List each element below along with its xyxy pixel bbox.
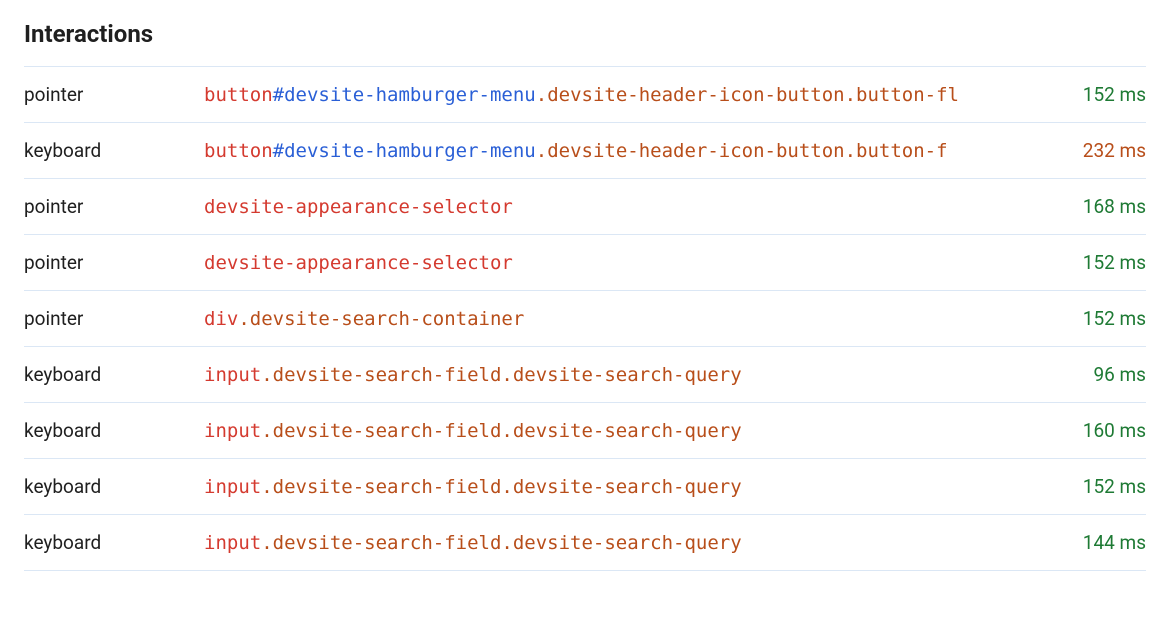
interaction-duration: 160 ms (1036, 419, 1146, 442)
interaction-type: keyboard (24, 419, 204, 442)
selector-class: .devsite-header-icon-button.button-f (536, 140, 948, 162)
interaction-type: keyboard (24, 139, 204, 162)
interaction-duration: 152 ms (1036, 475, 1146, 498)
interaction-type: keyboard (24, 475, 204, 498)
selector-class: .devsite-search-field.devsite-search-que… (261, 364, 741, 386)
interaction-duration: 232 ms (1036, 139, 1146, 162)
selector-element: button (204, 84, 273, 106)
section-title: Interactions (24, 20, 1146, 48)
interactions-list: pointerbutton#devsite-hamburger-menu.dev… (24, 66, 1146, 571)
interaction-row[interactable]: keyboardinput.devsite-search-field.devsi… (24, 346, 1146, 402)
interaction-row[interactable]: keyboardinput.devsite-search-field.devsi… (24, 514, 1146, 571)
selector-element: input (204, 476, 261, 498)
selector-class: .devsite-search-field.devsite-search-que… (261, 476, 741, 498)
interaction-duration: 152 ms (1036, 307, 1146, 330)
selector-element: input (204, 532, 261, 554)
selector-class: .devsite-search-field.devsite-search-que… (261, 420, 741, 442)
interaction-selector: devsite-appearance-selector (204, 252, 1036, 274)
interaction-row[interactable]: pointerdiv.devsite-search-container152 m… (24, 290, 1146, 346)
interaction-type: pointer (24, 83, 204, 106)
selector-class: .devsite-header-icon-button.button-fl (536, 84, 959, 106)
interaction-selector: input.devsite-search-field.devsite-searc… (204, 420, 1036, 442)
interaction-selector: input.devsite-search-field.devsite-searc… (204, 476, 1036, 498)
interaction-type: pointer (24, 307, 204, 330)
interaction-selector: div.devsite-search-container (204, 308, 1036, 330)
interaction-selector: button#devsite-hamburger-menu.devsite-he… (204, 84, 1036, 106)
selector-element: devsite-appearance-selector (204, 196, 513, 218)
selector-id: #devsite-hamburger-menu (273, 84, 536, 106)
interaction-duration: 152 ms (1036, 251, 1146, 274)
selector-element: devsite-appearance-selector (204, 252, 513, 274)
interaction-row[interactable]: keyboardinput.devsite-search-field.devsi… (24, 402, 1146, 458)
interaction-type: keyboard (24, 531, 204, 554)
interaction-selector: button#devsite-hamburger-menu.devsite-he… (204, 140, 1036, 162)
selector-element: input (204, 364, 261, 386)
interaction-row[interactable]: pointerdevsite-appearance-selector 168 ms (24, 178, 1146, 234)
selector-element: div (204, 308, 238, 330)
interaction-selector: input.devsite-search-field.devsite-searc… (204, 532, 1036, 554)
interaction-row[interactable]: pointerbutton#devsite-hamburger-menu.dev… (24, 66, 1146, 122)
selector-class: .devsite-search-field.devsite-search-que… (261, 532, 741, 554)
interaction-duration: 96 ms (1036, 363, 1146, 386)
interaction-duration: 168 ms (1036, 195, 1146, 218)
selector-element: button (204, 140, 273, 162)
interaction-type: keyboard (24, 363, 204, 386)
interaction-row[interactable]: keyboardbutton#devsite-hamburger-menu.de… (24, 122, 1146, 178)
selector-element: input (204, 420, 261, 442)
interaction-duration: 152 ms (1036, 83, 1146, 106)
interaction-type: pointer (24, 195, 204, 218)
interaction-type: pointer (24, 251, 204, 274)
selector-class: .devsite-search-container (238, 308, 524, 330)
interaction-selector: input.devsite-search-field.devsite-searc… (204, 364, 1036, 386)
selector-id: #devsite-hamburger-menu (273, 140, 536, 162)
interaction-selector: devsite-appearance-selector (204, 196, 1036, 218)
interaction-duration: 144 ms (1036, 531, 1146, 554)
interaction-row[interactable]: keyboardinput.devsite-search-field.devsi… (24, 458, 1146, 514)
interaction-row[interactable]: pointerdevsite-appearance-selector 152 ms (24, 234, 1146, 290)
